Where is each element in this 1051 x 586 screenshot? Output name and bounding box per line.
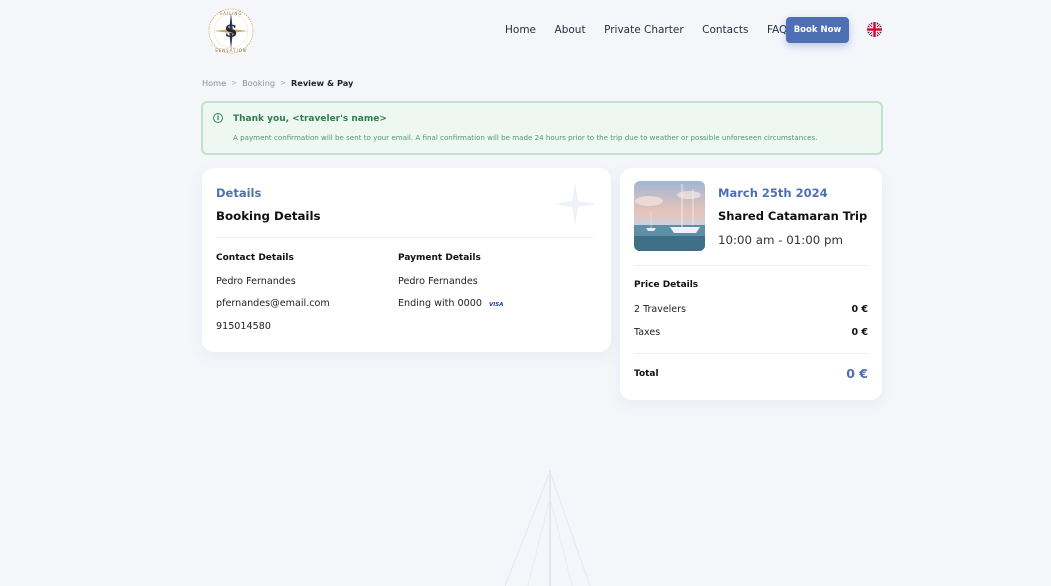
nav-private-charter[interactable]: Private Charter <box>604 24 684 36</box>
price-details-heading: Price Details <box>634 280 699 290</box>
breadcrumb: Home > Booking > Review & Pay <box>202 78 353 88</box>
divider <box>634 353 868 354</box>
price-line-value: 0 € <box>851 327 868 338</box>
details-eyebrow: Details <box>216 186 262 200</box>
nav-home[interactable]: Home <box>505 24 536 36</box>
breadcrumb-home[interactable]: Home <box>202 78 226 88</box>
logo-letter: S <box>225 22 237 42</box>
contact-details-heading: Contact Details <box>216 253 294 263</box>
breadcrumb-current: Review & Pay <box>290 78 354 88</box>
breadcrumb-booking[interactable]: Booking <box>242 78 275 88</box>
main-nav: Home About Private Charter Contacts FAQ <box>505 16 806 44</box>
nav-about[interactable]: About <box>555 24 586 36</box>
sailboat-mast-decoration <box>504 470 591 586</box>
logo-bottom-text: SENSATION <box>215 48 247 53</box>
total-label: Total <box>634 369 659 379</box>
visa-icon: VISA <box>488 302 504 308</box>
book-now-button[interactable]: Book Now <box>786 17 849 43</box>
price-line-label: 2 Travelers <box>634 304 687 315</box>
total-value: 0 € <box>846 366 868 381</box>
card-ending: Ending with 0000 <box>398 298 482 309</box>
price-line-value: 0 € <box>851 304 868 315</box>
divider <box>216 237 593 238</box>
breadcrumb-separator: > <box>280 79 286 87</box>
trip-time: 10:00 am - 01:00 pm <box>718 233 843 247</box>
alert-message: A payment confirmation will be sent to y… <box>233 133 818 142</box>
catamaran-photo <box>634 181 705 251</box>
divider <box>634 265 868 266</box>
logo-top-text: SAILING <box>219 11 242 16</box>
trip-summary-card: March 25th 2024 Shared Catamaran Trip 10… <box>620 168 882 400</box>
payment-card: Ending with 0000 VISA <box>398 298 503 309</box>
contact-email: pfernandes@email.com <box>216 298 330 309</box>
trip-name: Shared Catamaran Trip <box>718 209 868 223</box>
booking-details-title: Booking Details <box>216 209 321 223</box>
trip-date: March 25th 2024 <box>718 186 828 200</box>
price-line-label: Taxes <box>634 327 661 338</box>
alert-title: Thank you, <traveler's name> <box>233 114 387 124</box>
breadcrumb-separator: > <box>231 79 238 87</box>
nav-faq[interactable]: FAQ <box>767 24 787 36</box>
payment-name: Pedro Fernandes <box>398 276 478 287</box>
success-alert: i Thank you, <traveler's name> A payment… <box>201 101 883 155</box>
booking-details-card: Details Booking Details Contact Details … <box>202 168 611 352</box>
contact-phone: 915014580 <box>216 321 271 332</box>
compass-star-icon <box>554 183 596 225</box>
payment-details-heading: Payment Details <box>398 253 481 263</box>
contact-name: Pedro Fernandes <box>216 276 296 287</box>
info-icon: i <box>213 113 223 123</box>
uk-flag-icon[interactable] <box>867 22 882 37</box>
nav-contacts[interactable]: Contacts <box>702 24 748 36</box>
logo[interactable]: S SAILING SENSATION <box>206 6 256 56</box>
